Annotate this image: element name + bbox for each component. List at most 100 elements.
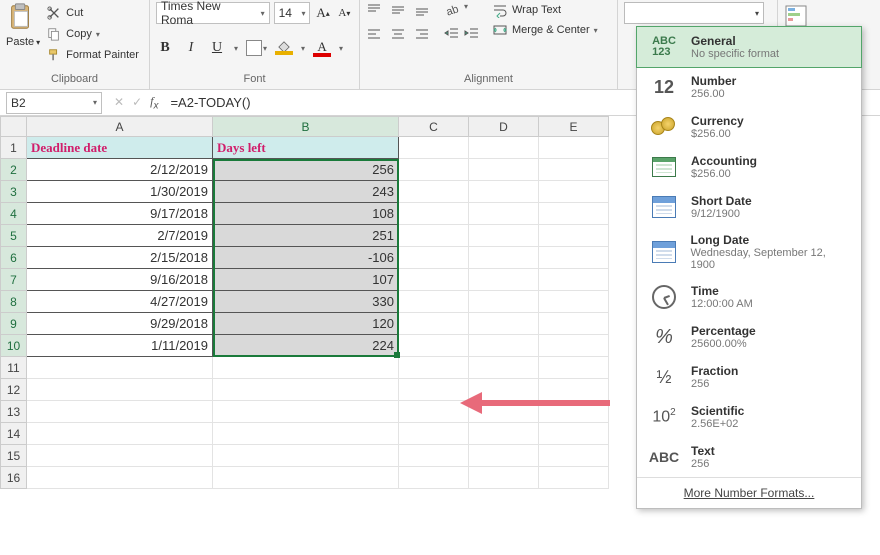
- cell-C9[interactable]: [399, 313, 469, 335]
- cell-D8[interactable]: [469, 291, 539, 313]
- col-header-E[interactable]: E: [539, 117, 609, 137]
- row-header-2[interactable]: 2: [1, 159, 27, 181]
- cell-B14[interactable]: [213, 423, 399, 445]
- cell-D12[interactable]: [469, 379, 539, 401]
- cell-D16[interactable]: [469, 467, 539, 489]
- number-format-percentage[interactable]: % Percentage 25600.00%: [637, 317, 861, 357]
- cell-A10[interactable]: 1/11/2019: [27, 335, 213, 357]
- cell-D5[interactable]: [469, 225, 539, 247]
- wrap-text-button[interactable]: Wrap Text: [492, 2, 598, 18]
- underline-button[interactable]: U: [208, 38, 226, 58]
- cell-C16[interactable]: [399, 467, 469, 489]
- cell-D10[interactable]: [469, 335, 539, 357]
- cell-C2[interactable]: [399, 159, 469, 181]
- number-format-scientific[interactable]: 102 Scientific 2.56E+02: [637, 397, 861, 437]
- cell-E3[interactable]: [539, 181, 609, 203]
- cell-A4[interactable]: 9/17/2018: [27, 203, 213, 225]
- cell-D14[interactable]: [469, 423, 539, 445]
- col-header-D[interactable]: D: [469, 117, 539, 137]
- format-painter-button[interactable]: Format Painter: [44, 46, 141, 64]
- cell-D13[interactable]: [469, 401, 539, 423]
- cell-C11[interactable]: [399, 357, 469, 379]
- cell-C1[interactable]: [399, 137, 469, 159]
- enter-formula-icon[interactable]: ✓: [132, 95, 142, 109]
- cell-B2[interactable]: 256: [213, 159, 399, 181]
- cell-B7[interactable]: 107: [213, 269, 399, 291]
- cell-D9[interactable]: [469, 313, 539, 335]
- cell-E8[interactable]: [539, 291, 609, 313]
- row-header-8[interactable]: 8: [1, 291, 27, 313]
- font-color-button[interactable]: A: [313, 39, 331, 57]
- cell-E13[interactable]: [539, 401, 609, 423]
- bold-button[interactable]: B: [156, 38, 174, 58]
- cell-B13[interactable]: [213, 401, 399, 423]
- number-format-text[interactable]: ABC Text 256: [637, 437, 861, 477]
- row-header-4[interactable]: 4: [1, 203, 27, 225]
- cell-B4[interactable]: 108: [213, 203, 399, 225]
- cell-E16[interactable]: [539, 467, 609, 489]
- cell-E6[interactable]: [539, 247, 609, 269]
- cell-C12[interactable]: [399, 379, 469, 401]
- cell-E2[interactable]: [539, 159, 609, 181]
- row-header-5[interactable]: 5: [1, 225, 27, 247]
- cell-B6[interactable]: -106: [213, 247, 399, 269]
- decrease-font-button[interactable]: A▾: [336, 3, 353, 23]
- paste-button[interactable]: Paste▾: [6, 2, 40, 48]
- row-header-10[interactable]: 10: [1, 335, 27, 357]
- number-format-accounting[interactable]: Accounting $256.00: [637, 147, 861, 187]
- row-header-12[interactable]: 12: [1, 379, 27, 401]
- cell-C14[interactable]: [399, 423, 469, 445]
- font-family-combo[interactable]: Times New Roma▾: [156, 2, 270, 24]
- increase-font-button[interactable]: A▴: [314, 3, 331, 23]
- row-header-3[interactable]: 3: [1, 181, 27, 203]
- cell-C13[interactable]: [399, 401, 469, 423]
- col-header-C[interactable]: C: [399, 117, 469, 137]
- cell-B12[interactable]: [213, 379, 399, 401]
- fx-icon[interactable]: fx: [150, 94, 158, 111]
- cell-B15[interactable]: [213, 445, 399, 467]
- number-format-combo[interactable]: ▾: [624, 2, 764, 24]
- cell-E5[interactable]: [539, 225, 609, 247]
- cell-E9[interactable]: [539, 313, 609, 335]
- cell-E11[interactable]: [539, 357, 609, 379]
- orientation-button[interactable]: ab: [444, 2, 460, 21]
- cell-C4[interactable]: [399, 203, 469, 225]
- cell-A8[interactable]: 4/27/2019: [27, 291, 213, 313]
- cancel-formula-icon[interactable]: ✕: [114, 95, 124, 109]
- number-format-general[interactable]: ABC123 General No specific format: [636, 26, 862, 68]
- cell-D15[interactable]: [469, 445, 539, 467]
- number-format-long_date[interactable]: Long Date Wednesday, September 12, 1900: [637, 227, 861, 277]
- cell-A16[interactable]: [27, 467, 213, 489]
- cell-A3[interactable]: 1/30/2019: [27, 181, 213, 203]
- cell-D4[interactable]: [469, 203, 539, 225]
- fill-color-button[interactable]: [275, 41, 293, 55]
- cell-B3[interactable]: 243: [213, 181, 399, 203]
- cell-D11[interactable]: [469, 357, 539, 379]
- cell-A12[interactable]: [27, 379, 213, 401]
- cell-A13[interactable]: [27, 401, 213, 423]
- name-box[interactable]: B2▾: [6, 92, 102, 114]
- cell-D7[interactable]: [469, 269, 539, 291]
- cell-E15[interactable]: [539, 445, 609, 467]
- more-number-formats[interactable]: More Number Formats...: [637, 477, 861, 508]
- cut-button[interactable]: Cut: [44, 4, 141, 22]
- cell-C10[interactable]: [399, 335, 469, 357]
- cell-E1[interactable]: [539, 137, 609, 159]
- cell-E14[interactable]: [539, 423, 609, 445]
- row-header-7[interactable]: 7: [1, 269, 27, 291]
- cell-B1[interactable]: Days left: [213, 137, 399, 159]
- merge-center-button[interactable]: Merge & Center▾: [492, 22, 598, 38]
- col-header-B[interactable]: B: [213, 117, 399, 137]
- cell-D3[interactable]: [469, 181, 539, 203]
- cell-D2[interactable]: [469, 159, 539, 181]
- copy-button[interactable]: Copy▾: [44, 25, 141, 43]
- font-size-combo[interactable]: 14▾: [274, 2, 311, 24]
- cell-C15[interactable]: [399, 445, 469, 467]
- cell-D1[interactable]: [469, 137, 539, 159]
- cell-A2[interactable]: 2/12/2019: [27, 159, 213, 181]
- number-format-number[interactable]: 12 Number 256.00: [637, 67, 861, 107]
- cell-B16[interactable]: [213, 467, 399, 489]
- select-all-corner[interactable]: [1, 117, 27, 137]
- row-header-15[interactable]: 15: [1, 445, 27, 467]
- decrease-indent-button[interactable]: [444, 25, 460, 44]
